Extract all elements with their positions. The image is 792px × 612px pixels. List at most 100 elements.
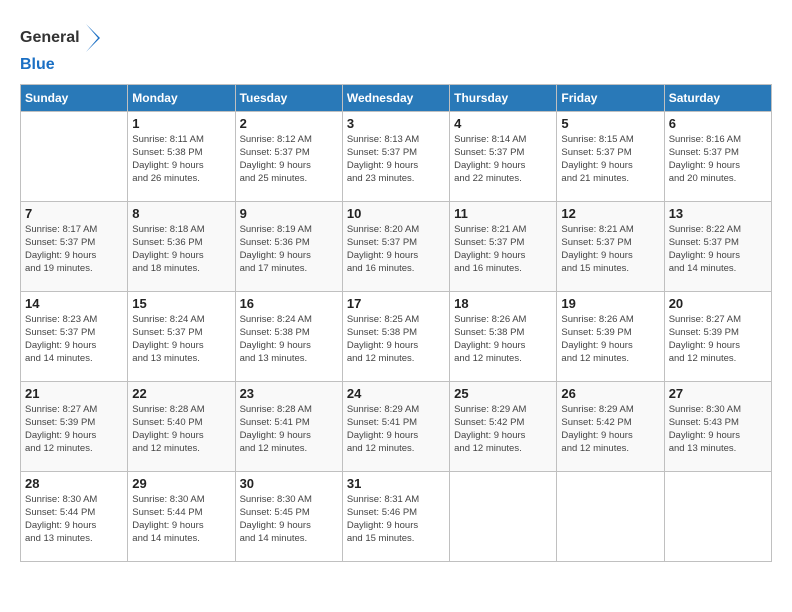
calendar-cell: 29 Sunrise: 8:30 AM Sunset: 5:44 PM Dayli… xyxy=(128,471,235,561)
header: General Blue xyxy=(20,20,772,74)
calendar-cell: 6Sunrise: 8:16 AM Sunset: 5:37 PM Daylig… xyxy=(664,111,771,201)
calendar-cell: 23 Sunrise: 8:28 AM Sunset: 5:41 PM Dayli… xyxy=(235,381,342,471)
day-number: 24 xyxy=(347,386,445,401)
day-info: Sunrise: 8:17 AM Sunset: 5:37 PM Dayligh… xyxy=(25,223,123,276)
day-info: Sunrise: 8:27 AM Sunset: 5:39 PM Dayligh… xyxy=(25,403,123,456)
calendar-cell: 14 Sunrise: 8:23 AM Sunset: 5:37 PM Dayli… xyxy=(21,291,128,381)
day-number: 29 xyxy=(132,476,230,491)
day-info: Sunrise: 8:24 AM Sunset: 5:38 PM Dayligh… xyxy=(240,313,338,366)
calendar-cell xyxy=(664,471,771,561)
calendar-cell: 12 Sunrise: 8:21 AM Sunset: 5:37 PM Dayli… xyxy=(557,201,664,291)
day-info: Sunrise: 8:30 AM Sunset: 5:45 PM Dayligh… xyxy=(240,493,338,546)
day-number: 12 xyxy=(561,206,659,221)
day-number: 3 xyxy=(347,116,445,131)
day-info: Sunrise: 8:11 AM Sunset: 5:38 PM Dayligh… xyxy=(132,133,230,186)
day-info: Sunrise: 8:23 AM Sunset: 5:37 PM Dayligh… xyxy=(25,313,123,366)
calendar-cell: 19 Sunrise: 8:26 AM Sunset: 5:39 PM Dayli… xyxy=(557,291,664,381)
weekday-header-monday: Monday xyxy=(128,84,235,111)
week-row-4: 21 Sunrise: 8:27 AM Sunset: 5:39 PM Dayli… xyxy=(21,381,772,471)
day-number: 15 xyxy=(132,296,230,311)
day-number: 6 xyxy=(669,116,767,131)
day-info: Sunrise: 8:29 AM Sunset: 5:42 PM Dayligh… xyxy=(454,403,552,456)
day-number: 13 xyxy=(669,206,767,221)
calendar-cell: 22 Sunrise: 8:28 AM Sunset: 5:40 PM Dayli… xyxy=(128,381,235,471)
calendar-cell: 13 Sunrise: 8:22 AM Sunset: 5:37 PM Dayli… xyxy=(664,201,771,291)
calendar-cell: 25 Sunrise: 8:29 AM Sunset: 5:42 PM Dayli… xyxy=(450,381,557,471)
day-number: 1 xyxy=(132,116,230,131)
logo: General Blue xyxy=(20,20,104,74)
day-info: Sunrise: 8:21 AM Sunset: 5:37 PM Dayligh… xyxy=(561,223,659,276)
calendar-cell: 21 Sunrise: 8:27 AM Sunset: 5:39 PM Dayli… xyxy=(21,381,128,471)
calendar-cell: 30 Sunrise: 8:30 AM Sunset: 5:45 PM Dayli… xyxy=(235,471,342,561)
calendar-cell: 3Sunrise: 8:13 AM Sunset: 5:37 PM Daylig… xyxy=(342,111,449,201)
day-number: 8 xyxy=(132,206,230,221)
calendar-cell xyxy=(557,471,664,561)
day-info: Sunrise: 8:15 AM Sunset: 5:37 PM Dayligh… xyxy=(561,133,659,186)
calendar-cell: 16 Sunrise: 8:24 AM Sunset: 5:38 PM Dayli… xyxy=(235,291,342,381)
week-row-5: 28 Sunrise: 8:30 AM Sunset: 5:44 PM Dayli… xyxy=(21,471,772,561)
day-number: 2 xyxy=(240,116,338,131)
calendar-cell: 17Sunrise: 8:25 AM Sunset: 5:38 PM Dayli… xyxy=(342,291,449,381)
day-number: 19 xyxy=(561,296,659,311)
day-number: 28 xyxy=(25,476,123,491)
day-info: Sunrise: 8:29 AM Sunset: 5:41 PM Dayligh… xyxy=(347,403,445,456)
calendar-cell: 9 Sunrise: 8:19 AM Sunset: 5:36 PM Daylig… xyxy=(235,201,342,291)
calendar-cell: 24 Sunrise: 8:29 AM Sunset: 5:41 PM Dayli… xyxy=(342,381,449,471)
day-number: 11 xyxy=(454,206,552,221)
day-info: Sunrise: 8:28 AM Sunset: 5:41 PM Dayligh… xyxy=(240,403,338,456)
day-info: Sunrise: 8:18 AM Sunset: 5:36 PM Dayligh… xyxy=(132,223,230,276)
day-number: 20 xyxy=(669,296,767,311)
calendar-header: SundayMondayTuesdayWednesdayThursdayFrid… xyxy=(21,84,772,111)
day-number: 16 xyxy=(240,296,338,311)
calendar-table: SundayMondayTuesdayWednesdayThursdayFrid… xyxy=(20,84,772,562)
weekday-header-wednesday: Wednesday xyxy=(342,84,449,111)
day-info: Sunrise: 8:22 AM Sunset: 5:37 PM Dayligh… xyxy=(669,223,767,276)
calendar-cell xyxy=(450,471,557,561)
day-number: 23 xyxy=(240,386,338,401)
day-number: 9 xyxy=(240,206,338,221)
day-number: 25 xyxy=(454,386,552,401)
day-number: 5 xyxy=(561,116,659,131)
logo-arrow-icon xyxy=(86,20,104,56)
week-row-1: 1 Sunrise: 8:11 AM Sunset: 5:38 PM Daylig… xyxy=(21,111,772,201)
day-info: Sunrise: 8:21 AM Sunset: 5:37 PM Dayligh… xyxy=(454,223,552,276)
calendar-cell: 15 Sunrise: 8:24 AM Sunset: 5:37 PM Dayli… xyxy=(128,291,235,381)
calendar-cell: 8 Sunrise: 8:18 AM Sunset: 5:36 PM Daylig… xyxy=(128,201,235,291)
day-number: 26 xyxy=(561,386,659,401)
day-info: Sunrise: 8:31 AM Sunset: 5:46 PM Dayligh… xyxy=(347,493,445,546)
weekday-header-friday: Friday xyxy=(557,84,664,111)
day-info: Sunrise: 8:26 AM Sunset: 5:39 PM Dayligh… xyxy=(561,313,659,366)
day-info: Sunrise: 8:19 AM Sunset: 5:36 PM Dayligh… xyxy=(240,223,338,276)
calendar-cell: 10 Sunrise: 8:20 AM Sunset: 5:37 PM Dayli… xyxy=(342,201,449,291)
day-info: Sunrise: 8:30 AM Sunset: 5:44 PM Dayligh… xyxy=(25,493,123,546)
calendar-cell: 27Sunrise: 8:30 AM Sunset: 5:43 PM Dayli… xyxy=(664,381,771,471)
day-number: 10 xyxy=(347,206,445,221)
day-info: Sunrise: 8:24 AM Sunset: 5:37 PM Dayligh… xyxy=(132,313,230,366)
day-info: Sunrise: 8:12 AM Sunset: 5:37 PM Dayligh… xyxy=(240,133,338,186)
day-info: Sunrise: 8:27 AM Sunset: 5:39 PM Dayligh… xyxy=(669,313,767,366)
day-number: 30 xyxy=(240,476,338,491)
day-info: Sunrise: 8:30 AM Sunset: 5:44 PM Dayligh… xyxy=(132,493,230,546)
day-info: Sunrise: 8:29 AM Sunset: 5:42 PM Dayligh… xyxy=(561,403,659,456)
calendar-cell: 5 Sunrise: 8:15 AM Sunset: 5:37 PM Daylig… xyxy=(557,111,664,201)
day-number: 22 xyxy=(132,386,230,401)
calendar-cell: 31Sunrise: 8:31 AM Sunset: 5:46 PM Dayli… xyxy=(342,471,449,561)
day-number: 17 xyxy=(347,296,445,311)
day-number: 7 xyxy=(25,206,123,221)
weekday-header-thursday: Thursday xyxy=(450,84,557,111)
calendar-cell: 1 Sunrise: 8:11 AM Sunset: 5:38 PM Daylig… xyxy=(128,111,235,201)
day-info: Sunrise: 8:26 AM Sunset: 5:38 PM Dayligh… xyxy=(454,313,552,366)
calendar-cell: 4Sunrise: 8:14 AM Sunset: 5:37 PM Daylig… xyxy=(450,111,557,201)
day-number: 14 xyxy=(25,296,123,311)
day-number: 21 xyxy=(25,386,123,401)
calendar-cell: 2 Sunrise: 8:12 AM Sunset: 5:37 PM Daylig… xyxy=(235,111,342,201)
calendar-cell: 28 Sunrise: 8:30 AM Sunset: 5:44 PM Dayli… xyxy=(21,471,128,561)
day-info: Sunrise: 8:20 AM Sunset: 5:37 PM Dayligh… xyxy=(347,223,445,276)
logo-general: General xyxy=(20,29,80,46)
weekday-header-sunday: Sunday xyxy=(21,84,128,111)
calendar-cell: 18Sunrise: 8:26 AM Sunset: 5:38 PM Dayli… xyxy=(450,291,557,381)
day-info: Sunrise: 8:28 AM Sunset: 5:40 PM Dayligh… xyxy=(132,403,230,456)
logo-wordmark: General Blue xyxy=(20,20,104,74)
weekday-header-saturday: Saturday xyxy=(664,84,771,111)
day-number: 27 xyxy=(669,386,767,401)
